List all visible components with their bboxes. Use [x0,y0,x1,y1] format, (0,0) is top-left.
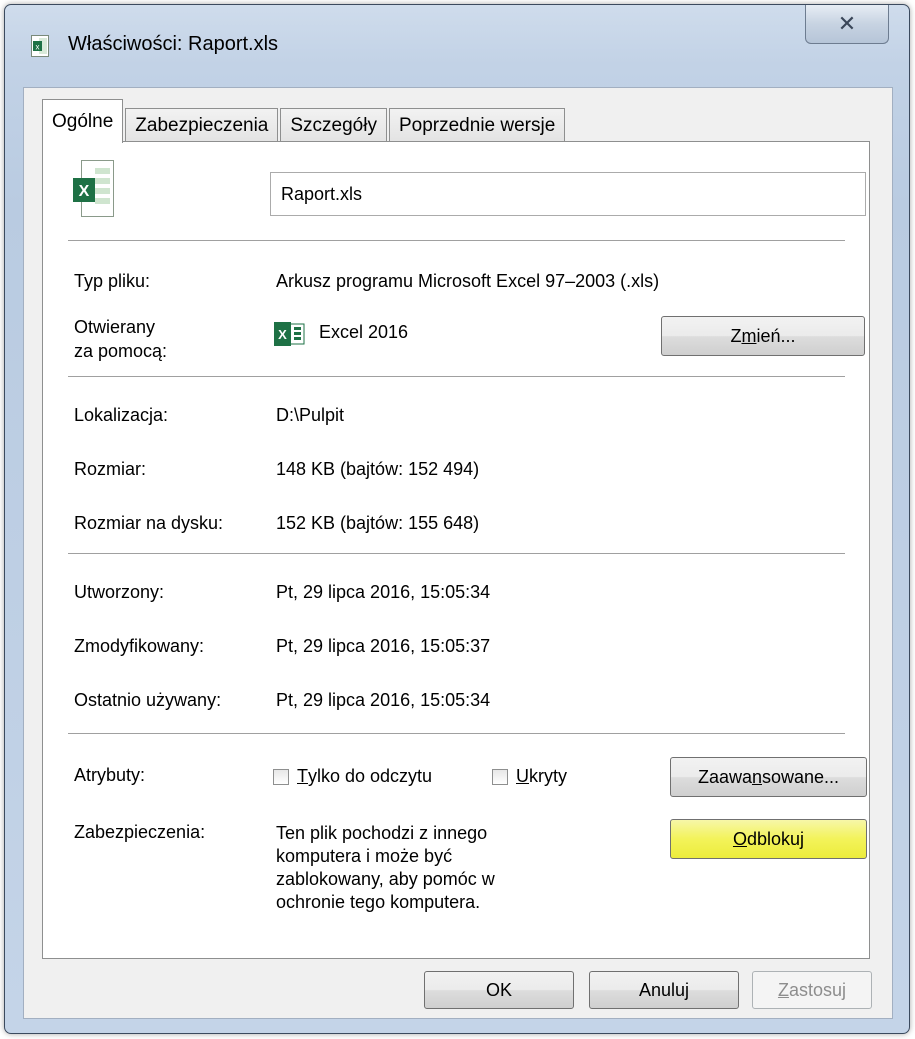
dialog-client-area: Ogólne Zabezpieczenia Szczegóły Poprzedn… [23,87,893,1019]
button-text: sowane... [762,766,840,787]
separator [68,553,845,555]
title-bar[interactable]: x Właściwości: Raport.xls ✕ [5,5,909,83]
tab-strip: Ogólne Zabezpieczenia Szczegóły Poprzedn… [42,98,567,143]
button-accelerator: n [751,766,762,787]
button-text: Zaawa [697,766,752,787]
ok-button[interactable]: OK [424,971,574,1009]
modified-value: Pt, 29 lipca 2016, 15:05:37 [276,636,491,656]
checkbox-text: ylko do odczytu [308,766,433,786]
change-program-button[interactable]: Zm ień... [661,316,865,356]
checkbox-text: kryty [529,766,567,786]
size-on-disk-value: 152 KB (bajtów: 155 648) [276,513,480,533]
button-text: astosuj [788,979,847,1000]
opens-with-value: Excel 2016 [319,322,409,342]
tab-previous-versions[interactable]: Poprzednie wersje [388,108,566,142]
opens-with-label-line1: Otwierany [74,317,156,337]
opens-with-label-line2: za pomocą: [74,341,168,361]
properties-dialog: x Właściwości: Raport.xls ✕ Ogólne Zabez… [4,4,910,1034]
cancel-button[interactable]: Anuluj [589,971,739,1009]
apply-button[interactable]: Zastosuj [752,971,872,1009]
button-accelerator: Z [777,979,789,1000]
button-text: ień... [756,325,796,346]
attributes-label: Atrybuty: [74,765,146,785]
svg-text:X: X [79,183,90,200]
close-icon: ✕ [837,11,857,36]
readonly-checkbox[interactable]: Tylko do odczytu [273,766,432,787]
checkbox-box[interactable] [492,768,508,785]
svg-text:x: x [36,43,40,52]
tab-security[interactable]: Zabezpieczenia [125,108,279,142]
button-accelerator: O [732,828,747,849]
security-message: Ten plik pochodzi z innego komputera i m… [276,822,495,914]
separator [68,733,845,735]
tab-details[interactable]: Szczegóły [280,108,387,142]
excel-file-large-icon: X [73,160,114,217]
hidden-checkbox[interactable]: Ukryty [492,766,567,787]
security-message-line: Ten plik pochodzi z innego [276,823,488,843]
advanced-button[interactable]: Zaawa n sowane... [670,757,867,797]
created-label: Utworzony: [74,582,165,602]
excel-app-icon: X [274,322,305,346]
size-label: Rozmiar: [74,459,147,479]
accessed-label: Ostatnio używany: [74,690,222,710]
button-accelerator: m [741,325,757,346]
security-message-line: komputera i może być [276,846,453,866]
location-value: D:\Pulpit [276,405,345,425]
button-text: dblokuj [746,828,805,849]
file-name-field[interactable]: Raport.xls [270,172,866,216]
accessed-value: Pt, 29 lipca 2016, 15:05:34 [276,690,491,710]
modified-label: Zmodyfikowany: [74,636,205,656]
location-label: Lokalizacja: [74,405,169,425]
checkbox-accelerator: T [297,766,308,786]
window-title: Właściwości: Raport.xls [68,33,279,55]
tab-general[interactable]: Ogólne [42,99,124,143]
security-message-line: zablokowany, aby pomóc w [276,869,495,889]
security-label: Zabezpieczenia: [74,822,206,842]
button-text: Z [730,325,742,346]
checkbox-box[interactable] [273,768,289,785]
checkbox-accelerator: U [516,766,529,786]
unblock-button[interactable]: Odblokuj [670,819,867,859]
file-type-value: Arkusz programu Microsoft Excel 97–2003 … [276,271,660,291]
size-value: 148 KB (bajtów: 152 494) [276,459,480,479]
file-type-label: Typ pliku: [74,271,151,291]
close-button[interactable]: ✕ [805,5,889,44]
svg-text:X: X [278,327,287,342]
created-value: Pt, 29 lipca 2016, 15:05:34 [276,582,491,602]
size-on-disk-label: Rozmiar na dysku: [74,513,224,533]
general-tab-panel: X Raport.xls Typ pliku: Arkusz programu … [42,141,870,959]
separator [68,376,845,378]
separator [68,240,845,242]
security-message-line: ochronie tego komputera. [276,892,481,912]
excel-file-icon: x [31,35,49,57]
